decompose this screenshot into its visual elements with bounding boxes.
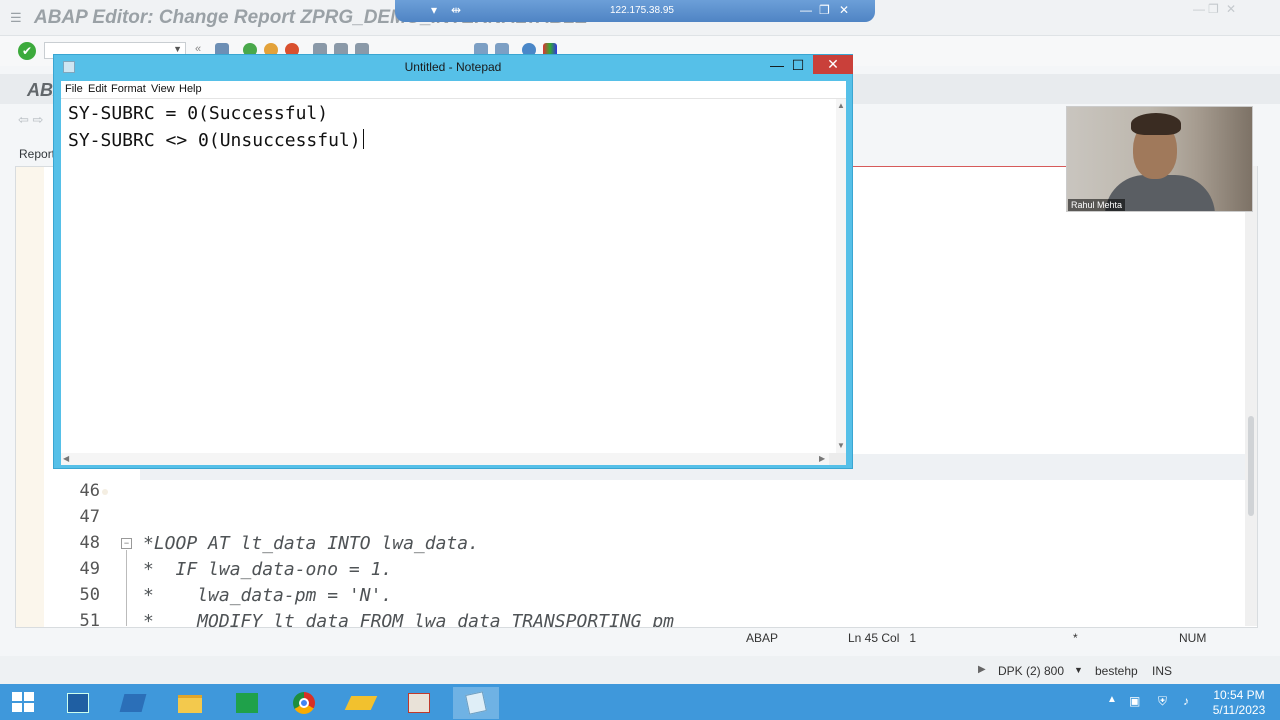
powershell-icon[interactable] [110, 687, 156, 719]
menu-help[interactable]: Help [179, 83, 202, 95]
line-number: 47 [79, 507, 100, 527]
volume-icon[interactable]: ♪ [1183, 694, 1189, 708]
sap-system-bar: ▶ DPK (2) 800 ▼ bestehp INS [0, 656, 1280, 684]
line-number: 51 [79, 611, 100, 627]
server-manager-icon[interactable] [55, 687, 101, 719]
signal-icon: ⇹ [451, 3, 462, 17]
notepad-vertical-scrollbar[interactable]: ▲ ▼ [836, 99, 846, 454]
notepad-title-bar[interactable]: Untitled - Notepad — ☐ ✕ [54, 55, 853, 81]
menu-edit[interactable]: Edit [88, 83, 107, 95]
status-position: Ln 45 Col 1 [848, 631, 917, 645]
notepad-horizontal-scrollbar[interactable]: ◀ ▶ [61, 453, 829, 465]
menu-view[interactable]: View [151, 83, 175, 95]
insert-mode: INS [1152, 664, 1173, 678]
clock-date: 5/11/2023 [1212, 703, 1266, 717]
scroll-up-icon[interactable]: ▲ [837, 101, 845, 110]
server-name: bestehp [1095, 664, 1138, 678]
menu-file[interactable]: File [65, 83, 83, 95]
scroll-down-icon[interactable]: ▼ [837, 441, 845, 450]
presenter-name: Rahul Mehta [1068, 199, 1126, 211]
notepad-text-area[interactable]: SY-SUBRC = 0(Successful) SY-SUBRC <> 0(U… [61, 98, 846, 454]
menu-icon[interactable]: ☰ [10, 10, 26, 25]
notepad-window: Untitled - Notepad — ☐ ✕ File Edit Forma… [53, 54, 853, 469]
restore-icon[interactable]: ❐ [1208, 2, 1219, 16]
status-language: ABAP [746, 631, 779, 645]
editor-gutter [16, 167, 44, 627]
code-line[interactable]: * IF lwa_data-ono = 1. [143, 559, 392, 585]
line-number: 49 [79, 559, 100, 579]
windows-start-icon[interactable] [12, 692, 34, 712]
maximize-icon[interactable]: ☐ [786, 56, 810, 74]
code-line[interactable]: *LOOP AT lt_data INTO lwa_data. [143, 533, 479, 559]
status-numlock: NUM [1179, 631, 1207, 645]
pin-icon[interactable]: ▾ [431, 3, 437, 17]
remote-ip: 122.175.38.95 [610, 5, 674, 16]
notepad-title: Untitled - Notepad [404, 60, 502, 74]
webcam-video: Rahul Mehta [1066, 106, 1253, 212]
code-line[interactable]: * MODIFY lt_data FROM lwa_data TRANSPORT… [143, 611, 674, 627]
clock-time: 10:54 PM [1213, 688, 1265, 702]
desktop: ☰ ABAP Editor: Change Report ZPRG_DEMO_I… [0, 0, 1280, 720]
scroll-right-icon[interactable]: ▶ [819, 454, 825, 463]
text-caret [362, 129, 364, 149]
code-line[interactable]: * lwa_data-pm = 'N'. [143, 585, 392, 611]
report-label: Report [19, 147, 56, 161]
rdp-restore-icon[interactable]: ❐ [819, 3, 830, 17]
chevron-down-icon[interactable]: ▼ [173, 44, 182, 54]
text-line[interactable]: SY-SUBRC <> 0(Unsuccessful) [68, 129, 364, 151]
remote-desktop-bar: ▾ ⇹ 122.175.38.95 — ❐ ✕ [395, 0, 875, 22]
notepad-taskbar-icon[interactable] [453, 687, 499, 719]
menu-format[interactable]: Format [111, 83, 146, 95]
editor-status-bar: ABAP Ln 45 Col 1 * NUM [0, 628, 1280, 656]
enter-check-icon[interactable]: ✔ [18, 42, 36, 60]
security-icon[interactable]: ⛨ [1158, 694, 1167, 709]
rdp-close-icon[interactable]: ✕ [839, 3, 849, 17]
presenter-hair [1131, 113, 1181, 135]
taskbar-clock[interactable]: 10:54 PM 5/11/2023 [1204, 688, 1274, 718]
line-number: 48 [79, 533, 100, 553]
close-button[interactable]: ✕ [813, 55, 853, 74]
nav-arrows-icon[interactable]: ⇦ ⇨ [18, 112, 43, 128]
sap-logon-icon[interactable] [338, 687, 384, 719]
line-marker [102, 489, 108, 495]
line-number: 50 [79, 585, 100, 605]
size-grip[interactable] [829, 453, 846, 465]
minimize-icon[interactable]: — [1193, 2, 1205, 16]
scroll-left-icon[interactable]: ◀ [63, 454, 69, 463]
close-icon[interactable]: ✕ [1226, 2, 1236, 16]
chevron-down-icon[interactable]: ▼ [1074, 665, 1083, 675]
network-icon[interactable]: ▣ [1129, 694, 1140, 708]
rdp-minimize-icon[interactable]: — [800, 3, 812, 17]
play-icon[interactable]: ▶ [978, 664, 986, 675]
taskbar: ▲ ▣ ⛨ ♪ [0, 684, 1280, 720]
scrollbar-thumb[interactable] [1248, 416, 1254, 516]
system-info[interactable]: DPK (2) 800 [998, 664, 1064, 678]
status-modified: * [1073, 631, 1078, 645]
line-number: 46 [79, 481, 100, 501]
text-line[interactable]: SY-SUBRC = 0(Successful) [68, 103, 328, 124]
store-icon[interactable] [224, 687, 270, 719]
editor-scrollbar[interactable] [1245, 166, 1257, 626]
clipped-line-wrap: 51 * MODIFY lt_data FROM lwa_data TRANSP… [16, 611, 1244, 627]
fold-collapse-icon[interactable]: − [121, 538, 132, 549]
file-explorer-icon[interactable] [167, 687, 213, 719]
notepad-menu-bar: File Edit Format View Help [61, 81, 846, 98]
chrome-icon[interactable] [281, 687, 327, 719]
tray-expand-icon[interactable]: ▲ [1107, 694, 1117, 705]
sap-gui-icon[interactable] [396, 687, 442, 719]
